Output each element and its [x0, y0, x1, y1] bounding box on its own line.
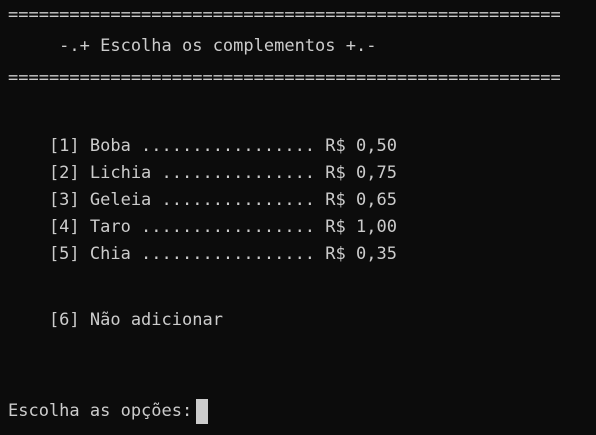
menu-item-taro: [4] Taro ................. R$ 1,00 — [8, 217, 397, 237]
menu-title: -.+ Escolha os complementos +.- — [8, 36, 377, 56]
menu-item-skip: [6] Não adicionar — [8, 310, 223, 330]
input-prompt[interactable]: Escolha as opções: — [8, 398, 209, 424]
menu-item-chia: [5] Chia ................. R$ 0,35 — [8, 244, 397, 264]
menu-item-geleia: [3] Geleia ............... R$ 0,65 — [8, 190, 397, 210]
bottom-separator: ========================================… — [8, 68, 561, 88]
menu-item-lichia: [2] Lichia ............... R$ 0,75 — [8, 163, 397, 183]
prompt-label: Escolha as opções: — [8, 401, 193, 421]
menu-item-boba: [1] Boba ................. R$ 0,50 — [8, 136, 397, 156]
top-separator: ========================================… — [8, 5, 561, 25]
terminal-window[interactable]: ========================================… — [0, 0, 596, 435]
text-cursor — [196, 398, 209, 424]
